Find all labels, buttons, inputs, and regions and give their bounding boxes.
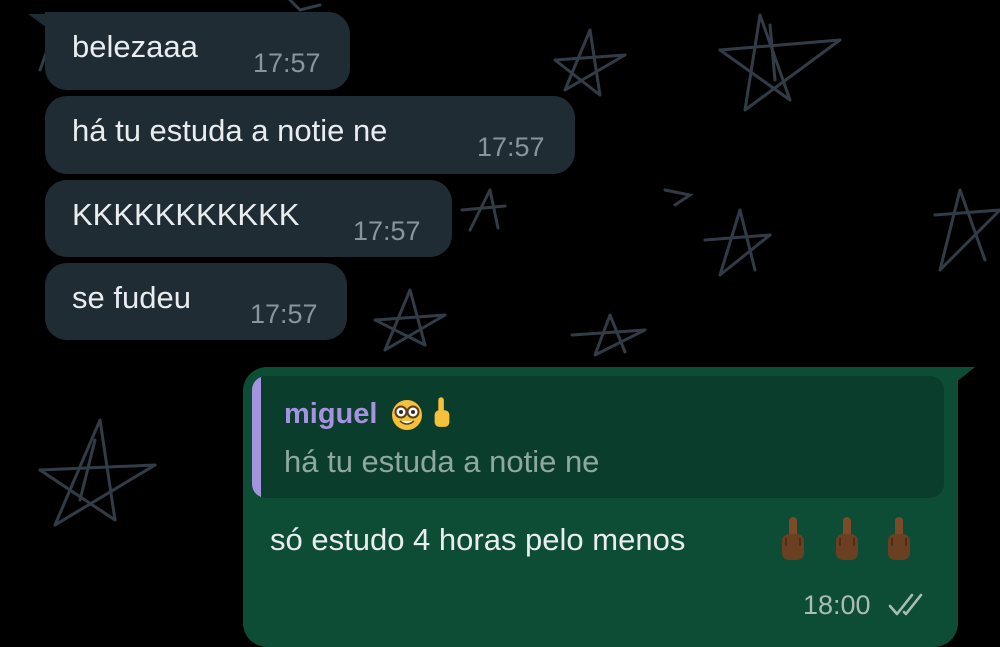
incoming-message[interactable]: KKKKKKKKKKK 17:57 <box>45 180 452 257</box>
middle-finger-icon <box>836 517 858 560</box>
message-time: 18:00 <box>803 590 871 620</box>
quote-accent-bar <box>252 376 261 498</box>
incoming-message[interactable]: belezaaa 17:57 <box>45 12 350 90</box>
star-doodle <box>718 13 842 112</box>
message-time: 17:57 <box>250 299 318 329</box>
nerd-face-icon <box>392 400 422 430</box>
pointing-up-hand-icon <box>434 397 450 427</box>
message-text: se fudeu <box>72 280 191 315</box>
star-doodle <box>570 313 647 357</box>
star-doodle <box>703 208 772 277</box>
middle-finger-icon <box>782 517 804 560</box>
quote-text: há tu estuda a notie ne <box>284 444 600 479</box>
reply-quote[interactable]: miguel há tu estuda a notie ne <box>252 376 944 498</box>
star-doodle <box>553 28 627 97</box>
message-time: 17:57 <box>353 216 421 246</box>
message-text: KKKKKKKKKKK <box>72 197 300 232</box>
outgoing-bubble-tail <box>955 367 975 383</box>
star-doodle <box>38 418 157 527</box>
incoming-message[interactable]: há tu estuda a notie ne 17:57 <box>45 96 575 174</box>
message-text: há tu estuda a notie ne <box>72 113 388 148</box>
star-doodle <box>373 288 447 352</box>
star-doodle <box>663 188 694 207</box>
message-text: belezaaa <box>72 29 198 64</box>
quote-author: miguel <box>284 398 378 430</box>
message-time: 17:57 <box>477 132 545 162</box>
middle-finger-icon <box>888 517 910 560</box>
message-text: só estudo 4 horas pelo menos <box>270 522 686 557</box>
star-doodle <box>288 0 322 12</box>
incoming-message[interactable]: se fudeu 17:57 <box>45 263 347 340</box>
star-doodle <box>460 188 507 232</box>
star-doodle <box>933 188 1000 272</box>
read-double-check-icon <box>888 593 923 616</box>
message-time: 17:57 <box>253 48 321 78</box>
